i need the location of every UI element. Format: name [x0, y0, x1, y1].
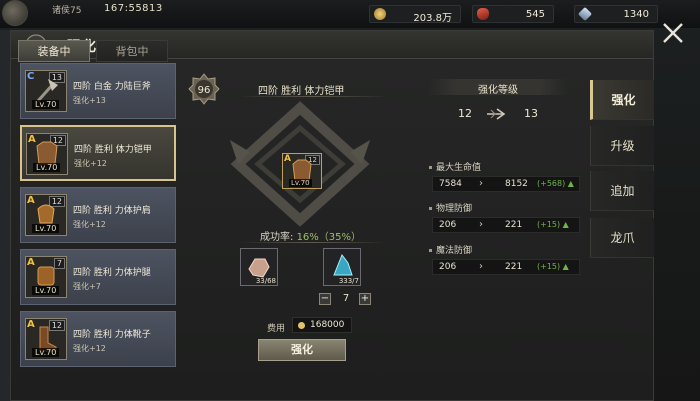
coordinate-readout: 167:55813 [104, 3, 163, 14]
material-crystal-slot[interactable]: 333/7 [323, 248, 361, 286]
resource-gem-value: 1340 [623, 9, 649, 20]
divider [238, 242, 388, 243]
stat-new-value: 8152 [505, 179, 528, 189]
enhance-level-header: 强化等级 [428, 79, 568, 96]
quantity-increase-button[interactable]: + [359, 293, 371, 305]
material-count: 33/68 [255, 277, 276, 285]
material-count: 333/7 [338, 277, 359, 285]
item-name: 四阶 胜利 力体护腿 [73, 268, 151, 278]
up-arrow-icon: ▲ [562, 262, 569, 271]
current-level: 12 [458, 107, 472, 120]
resource-gold[interactable]: 203.8万 [369, 5, 461, 24]
side-tab-dragon-claw[interactable]: 龙爪 [590, 218, 654, 258]
list-item[interactable]: A 7 Lv.70 四阶 胜利 力体护腿 强化+7 [20, 249, 176, 305]
stat-delta: (+15) ▲ [537, 220, 569, 229]
item-enhance-level: 强化+12 [74, 159, 107, 168]
boots-icon: A 12 Lv.70 [25, 318, 67, 360]
hero-avatar[interactable] [2, 0, 28, 26]
stat-new-value: 221 [505, 220, 523, 230]
arrow-right-icon [487, 108, 506, 120]
item-enhance-level: 强化+12 [73, 220, 106, 229]
bullet-icon [429, 207, 432, 210]
leg-guard-icon: A 7 Lv.70 [25, 256, 67, 298]
stat-label-magic-defense: 魔法防御 [429, 243, 472, 256]
food-drop-icon [477, 8, 489, 20]
stat-row-hp: 7584 › 8152 (+568) ▲ [432, 176, 580, 192]
stat-label-physical-defense: 物理防御 [429, 201, 472, 214]
side-tab-upgrade[interactable]: 升级 [590, 126, 654, 166]
item-name: 四阶 胜利 力体护肩 [73, 206, 151, 216]
item-name: 四阶 白金 力陆巨斧 [73, 82, 151, 92]
resource-food[interactable]: 545 [472, 5, 554, 23]
item-enhance-level: 强化+13 [73, 96, 106, 105]
item-level: Lv.70 [33, 163, 61, 172]
success-rate: 成功率: 16%（35%） [260, 228, 361, 243]
item-enhance-level: 强化+7 [73, 282, 101, 291]
list-item[interactable]: C 13 Lv.70 四阶 白金 力陆巨斧 强化+13 [20, 63, 176, 119]
gold-coin-icon [374, 8, 386, 20]
quantity-value: 7 [342, 293, 350, 304]
chevron-right-icon: › [479, 178, 483, 189]
stat-old-value: 7584 [439, 179, 462, 189]
item-level: Lv.70 [32, 224, 60, 233]
side-tab-append[interactable]: 追加 [590, 171, 654, 211]
tab-bag[interactable]: 背包中 [96, 40, 168, 62]
stat-new-value: 221 [505, 262, 523, 272]
resource-gold-value: 203.8万 [413, 13, 452, 24]
stat-label-hp: 最大生命值 [429, 160, 481, 173]
stat-delta: (+568) ▲ [537, 179, 574, 188]
cost-value: 168000 [310, 320, 345, 330]
cost-label: 费用 [267, 324, 286, 334]
enhance-button[interactable]: 强化 [258, 339, 346, 361]
list-item[interactable]: A 12 Lv.70 四阶 胜利 力体护肩 强化+12 [20, 187, 176, 243]
hero-level: 诸侯75 [52, 6, 82, 16]
stat-row-magic-defense: 206 › 221 (+15) ▲ [432, 259, 580, 275]
item-name: 四阶 胜利 力体靴子 [73, 330, 151, 340]
item-level: Lv.70 [32, 286, 60, 295]
next-level: 13 [524, 107, 538, 120]
selected-item-title: 四阶 胜利 体力铠甲 [258, 86, 345, 97]
close-icon[interactable] [660, 20, 686, 46]
side-tab-enhance[interactable]: 强化 [590, 80, 654, 120]
item-enhance-level: 强化+12 [73, 344, 106, 353]
world-edge [0, 30, 10, 401]
cost-display: 168000 [292, 317, 352, 333]
item-level: Lv.70 [32, 348, 60, 357]
quantity-decrease-button[interactable]: − [319, 293, 331, 305]
resource-food-value: 545 [525, 9, 545, 20]
gold-coin-icon [298, 322, 305, 329]
equipment-list[interactable]: C 13 Lv.70 四阶 白金 力陆巨斧 强化+13 A 12 Lv.70 四… [20, 63, 178, 371]
player-level-value: 96 [198, 85, 211, 96]
item-level: Lv.70 [32, 100, 60, 109]
item-level: Lv.70 [289, 179, 312, 187]
selected-item-slot: A 12 Lv.70 [282, 153, 322, 189]
stat-old-value: 206 [439, 262, 457, 272]
tab-equipped[interactable]: 装备中 [18, 40, 90, 62]
armor-icon: A 12 Lv.70 [26, 133, 68, 175]
list-item-selected[interactable]: A 12 Lv.70 四阶 胜利 体力铠甲 强化+12 [20, 125, 176, 181]
shoulder-guard-icon: A 12 Lv.70 [25, 194, 67, 236]
chevron-right-icon: › [479, 261, 483, 272]
chevron-right-icon: › [479, 219, 483, 230]
divider [238, 96, 388, 97]
gem-icon [577, 6, 593, 22]
material-ore-slot[interactable]: 33/68 [240, 248, 278, 286]
enhance-level-label: 强化等级 [478, 85, 518, 96]
item-name: 四阶 胜利 体力铠甲 [74, 145, 152, 155]
up-arrow-icon: ▲ [567, 179, 574, 188]
stat-delta: (+15) ▲ [537, 262, 569, 271]
stat-old-value: 206 [439, 220, 457, 230]
resource-gem[interactable]: 1340 [574, 5, 658, 23]
list-item[interactable]: A 12 Lv.70 四阶 胜利 力体靴子 强化+12 [20, 311, 176, 367]
up-arrow-icon: ▲ [562, 220, 569, 229]
top-status-bar: 诸侯75 167:55813 203.8万 545 1340 [0, 0, 700, 28]
bullet-icon [429, 249, 432, 252]
bullet-icon [429, 166, 432, 169]
stat-row-physical-defense: 206 › 221 (+15) ▲ [432, 217, 580, 233]
player-level-badge: 96 [188, 73, 220, 105]
axe-icon: C 13 Lv.70 [25, 70, 67, 112]
